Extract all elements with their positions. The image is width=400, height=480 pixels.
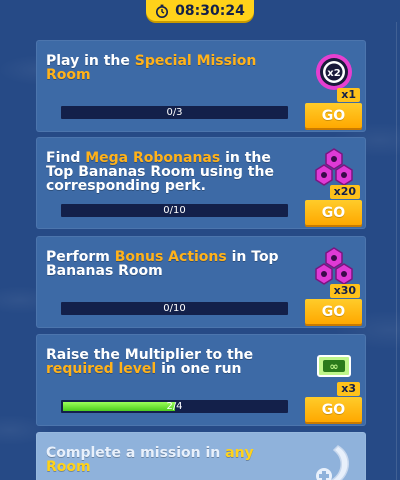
mission-progress-bar: 0/10 [61,204,288,217]
event-timer: 08:30:24 [146,0,254,21]
mission-progress-bar: 2/4 [61,400,288,413]
timer-value: 08:30:24 [175,2,245,19]
progress-label: 2/4 [166,401,183,412]
reward-multiplier: x3 [337,382,360,396]
reward-multiplier: x20 [329,185,360,199]
go-button[interactable]: GO [305,397,362,422]
banana-plus-icon [316,445,349,480]
mission-card: Complete a mission in any Room [36,432,366,480]
mission-card: Raise the Multiplier to the required lev… [36,334,366,426]
scroll-edge [396,22,397,480]
svg-text:∞: ∞ [329,360,338,373]
mission-title: Find Mega Robonanas in the Top Bananas R… [46,150,274,194]
progress-label: 0/10 [163,303,186,314]
go-button[interactable]: GO [305,103,362,128]
go-button[interactable]: GO [305,200,362,225]
mission-title: Complete a mission in any Room [46,445,254,475]
mission-title: Play in the Special Mission Room [46,53,257,83]
svg-text:x2: x2 [327,68,340,79]
progress-label: 0/10 [163,205,186,216]
go-button[interactable]: GO [305,299,362,324]
reward-multiplier: x30 [329,284,360,298]
mission-progress-bar: 0/3 [61,106,288,119]
progress-label: 0/3 [166,107,183,118]
mission-card: Find Mega Robonanas in the Top Bananas R… [36,137,366,229]
mission-card: Perform Bonus Actions in Top Bananas Roo… [36,236,366,328]
mission-title: Raise the Multiplier to the required lev… [46,347,254,377]
stopwatch-icon [156,4,169,18]
mission-title: Perform Bonus Actions in Top Bananas Roo… [46,249,279,279]
reward-multiplier: x1 [337,88,360,102]
mission-progress-bar: 0/10 [61,302,288,315]
mission-card: Play in the Special Mission Room 0/3 x2 … [36,40,366,132]
